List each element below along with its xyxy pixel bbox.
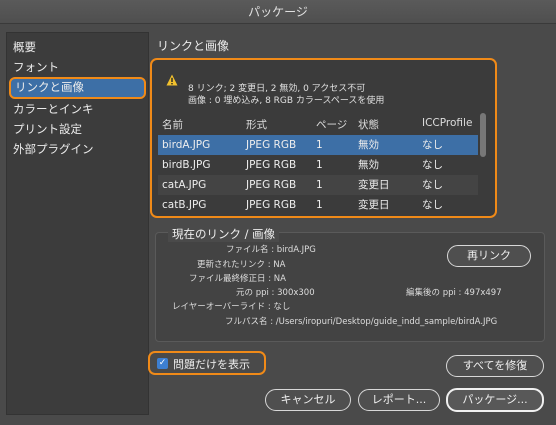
cell-page: 1 [316, 179, 323, 191]
sidebar-item-summary[interactable]: 概要 [7, 37, 148, 57]
column-header-status[interactable]: 状態 [358, 117, 379, 132]
cell-page: 1 [316, 199, 323, 211]
report-button[interactable]: レポート... [358, 389, 440, 411]
cell-name: catA.JPG [162, 179, 207, 191]
cell-status: 変更日 [358, 199, 390, 211]
package-button[interactable]: パッケージ... [446, 388, 544, 412]
links-panel: 8 リンク; 2 変更日, 2 無効, 0 アクセス不可 画像 : 0 埋め込み… [150, 58, 497, 218]
info-filename: ファイル名 : birdA.JPG [226, 245, 316, 255]
problems-only-checkbox[interactable]: ✓ [157, 358, 168, 369]
warning-summary-images: 画像 : 0 埋め込み, 8 RGB カラースペースを使用 [188, 96, 385, 106]
info-effective-ppi: 編集後の ppi : 497x497 [406, 288, 502, 298]
info-updated-link: 更新されたリンク : NA [197, 260, 286, 270]
table-row[interactable]: catB.JPG JPEG RGB 1 変更日 なし [158, 195, 478, 215]
table-header: 名前 形式 ページ 状態 ICCProfile [158, 117, 478, 135]
info-original-ppi: 元の ppi : 300x300 [236, 288, 315, 298]
current-link-title: 現在のリンク / 画像 [168, 226, 280, 242]
table-scrollbar[interactable] [480, 113, 486, 157]
table-row[interactable]: birdA.JPG JPEG RGB 1 無効 なし [158, 135, 478, 155]
relink-button[interactable]: 再リンク [447, 245, 531, 267]
cell-format: JPEG RGB [246, 159, 297, 171]
cell-name: birdA.JPG [162, 139, 211, 151]
info-full-path: フルパス名 : /Users/iropuri/Desktop/guide_ind… [225, 317, 498, 327]
cell-status: 無効 [358, 159, 379, 171]
cell-icc-profile: なし [422, 199, 443, 211]
cell-status: 変更日 [358, 179, 390, 191]
cell-format: JPEG RGB [246, 139, 297, 151]
column-header-page[interactable]: ページ [316, 117, 347, 132]
problems-only-label[interactable]: 問題だけを表示 [173, 356, 250, 372]
cell-icc-profile: なし [422, 139, 443, 151]
fix-all-button[interactable]: すべてを修復 [446, 355, 544, 377]
table-row[interactable]: birdB.JPG JPEG RGB 1 無効 なし [158, 155, 478, 175]
cancel-button[interactable]: キャンセル [265, 389, 351, 411]
sidebar-item-links-images[interactable]: リンクと画像 [9, 77, 146, 99]
cell-page: 1 [316, 139, 323, 151]
cell-icc-profile: なし [422, 159, 443, 171]
info-last-modified: ファイル最終修正日 : NA [189, 274, 286, 284]
cell-format: JPEG RGB [246, 199, 297, 211]
info-layer-override: レイヤーオーバーライド : なし [172, 302, 291, 312]
cell-name: catB.JPG [162, 199, 207, 211]
column-header-format[interactable]: 形式 [246, 117, 267, 132]
sidebar-item-print-settings[interactable]: プリント設定 [7, 119, 148, 139]
cell-format: JPEG RGB [246, 179, 297, 191]
warning-icon [166, 74, 178, 86]
sidebar-item-colors-inks[interactable]: カラーとインキ [7, 99, 148, 119]
table-row[interactable]: catA.JPG JPEG RGB 1 変更日 なし [158, 175, 478, 195]
cell-page: 1 [316, 159, 323, 171]
sidebar-item-fonts[interactable]: フォント [7, 57, 148, 77]
cell-icc-profile: なし [422, 179, 443, 191]
sidebar: 概要 フォント リンクと画像 カラーとインキ プリント設定 外部プラグイン [6, 32, 149, 415]
column-header-icc-profile[interactable]: ICCProfile [422, 117, 472, 129]
cell-name: birdB.JPG [162, 159, 211, 171]
cell-status: 無効 [358, 139, 379, 151]
sidebar-item-external-plugins[interactable]: 外部プラグイン [7, 139, 148, 159]
section-title: リンクと画像 [157, 39, 230, 53]
problems-only-highlight: ✓ 問題だけを表示 [148, 351, 266, 375]
column-header-name[interactable]: 名前 [162, 117, 183, 132]
window-title: パッケージ [0, 0, 556, 24]
